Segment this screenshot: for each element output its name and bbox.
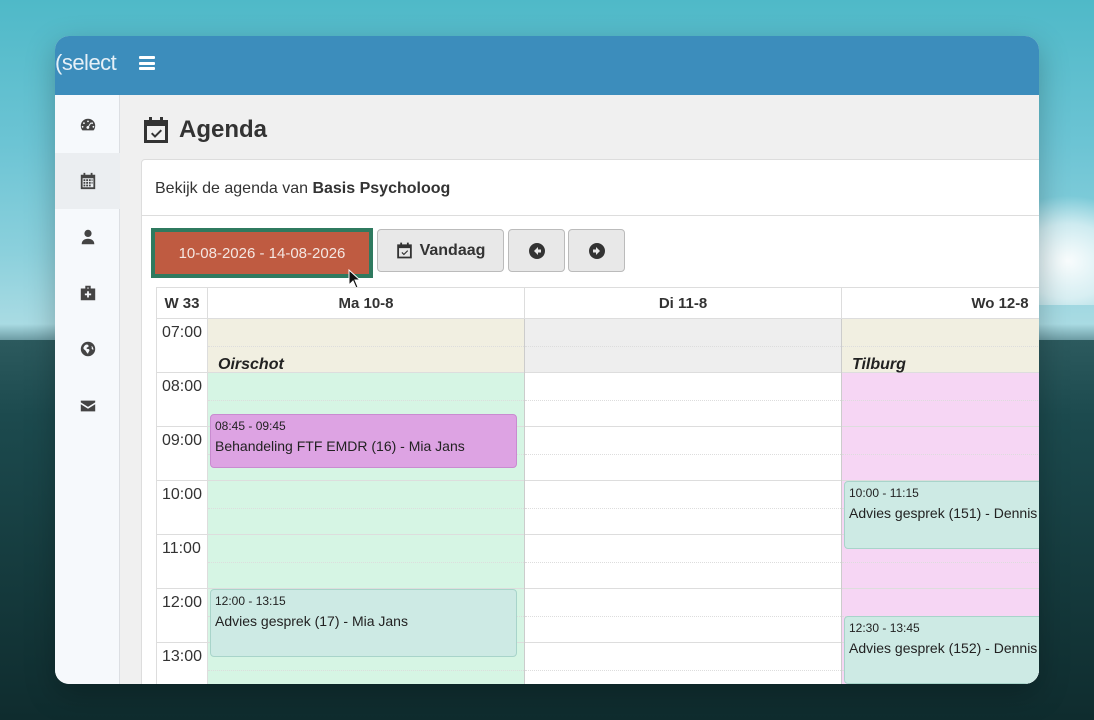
dashboard-icon (80, 118, 95, 131)
location-label: Tilburg (852, 356, 906, 373)
menu-toggle-icon[interactable] (139, 56, 155, 70)
week-number: W 33 (156, 287, 208, 319)
hour-slot[interactable] (208, 481, 524, 535)
event-time: 08:45 - 09:45 (215, 419, 286, 433)
event-title: Advies gesprek (17) - Mia Jans (215, 613, 408, 629)
location-label: Oirschot (218, 356, 284, 373)
time-label: 13:00 (156, 643, 208, 684)
time-label: 09:00 (156, 427, 208, 481)
arrow-left-circle-icon (528, 242, 545, 259)
time-label: 12:00 (156, 589, 208, 643)
hour-slot[interactable] (842, 373, 1039, 427)
event-title: Behandeling FTF EMDR (16) - Mia Jans (215, 438, 465, 454)
agenda-owner-name: Basis Psycholoog (312, 180, 451, 197)
appointment-event[interactable]: 12:00 - 13:15 Advies gesprek (17) - Mia … (210, 589, 517, 657)
day-header-tue[interactable]: Di 11-8 (524, 287, 842, 319)
calendar-check-icon (396, 242, 412, 259)
mouse-cursor-icon (348, 269, 362, 289)
sidebar-item-medical[interactable] (55, 265, 120, 321)
user-icon (81, 229, 94, 245)
hour-slot[interactable] (525, 535, 841, 589)
medkit-icon (80, 285, 95, 301)
week-calendar: W 33 Ma 10-8 Di 11-8 Wo 12-8 07:00 08:00… (156, 287, 1039, 684)
hour-slot[interactable] (525, 427, 841, 481)
hour-slot[interactable] (525, 319, 841, 373)
globe-icon (80, 341, 95, 357)
day-header-wed[interactable]: Wo 12-8 (841, 287, 1039, 319)
agenda-box: Bekijk de agenda van Basis Psycholoog 10… (141, 159, 1039, 684)
top-navbar: (select (55, 36, 1039, 95)
page-title-text: Agenda (179, 116, 268, 143)
calendar-icon (80, 172, 95, 190)
event-title: Advies gesprek (152) - Dennis d (849, 640, 1039, 656)
calendar-check-icon (144, 117, 168, 143)
envelope-icon (80, 400, 95, 412)
appointment-event[interactable]: 12:30 - 13:45 Advies gesprek (152) - Den… (844, 616, 1039, 684)
sidebar-item-user[interactable] (55, 209, 120, 265)
sidebar-item-messages[interactable] (55, 378, 120, 434)
sidebar-item-globe[interactable] (55, 321, 120, 377)
day-header-mon[interactable]: Ma 10-8 (207, 287, 525, 319)
appointment-event[interactable]: 10:00 - 11:15 Advies gesprek (151) - Den… (844, 481, 1039, 549)
time-label: 11:00 (156, 535, 208, 589)
next-week-button[interactable] (568, 229, 625, 272)
event-time: 12:30 - 13:45 (849, 621, 920, 635)
brand-logo[interactable]: (select (55, 50, 117, 76)
date-range-button[interactable]: 10-08-2026 - 14-08-2026 (151, 228, 373, 278)
main-content: Agenda Bekijk de agenda van Basis Psycho… (121, 95, 1039, 684)
appointment-event[interactable]: 08:45 - 09:45 Behandeling FTF EMDR (16) … (210, 414, 517, 468)
hour-slot[interactable] (525, 589, 841, 643)
event-time: 10:00 - 11:15 (849, 486, 919, 500)
sidebar (55, 95, 120, 684)
event-title: Advies gesprek (151) - Dennis d (849, 505, 1039, 521)
arrow-right-circle-icon (588, 242, 605, 259)
hour-slot[interactable] (208, 535, 524, 589)
hour-slot[interactable] (525, 643, 841, 684)
event-time: 12:00 - 13:15 (215, 594, 286, 608)
time-label: 08:00 (156, 373, 208, 427)
day-column-mon: Oirschot 08:45 - 09:45 Behandeling FTF E… (208, 319, 525, 684)
page-title: Agenda (143, 115, 267, 145)
day-column-wed: Tilburg 10:00 - 11:15 Advies gesprek (15… (842, 319, 1039, 684)
sidebar-item-calendar[interactable] (55, 153, 120, 209)
hour-slot[interactable] (842, 427, 1039, 481)
today-label: Vandaag (419, 241, 486, 259)
sidebar-item-dashboard[interactable] (55, 97, 120, 153)
today-button[interactable]: Vandaag (377, 229, 504, 272)
previous-week-button[interactable] (508, 229, 565, 272)
time-label: 07:00 (156, 319, 208, 373)
agenda-box-header: Bekijk de agenda van Basis Psycholoog (142, 160, 1039, 216)
hour-slot[interactable] (525, 373, 841, 427)
agenda-owner-prefix: Bekijk de agenda van (155, 180, 313, 197)
day-column-tue (525, 319, 842, 684)
app-window: (select Agenda Bekijk de agenda van Basi… (55, 36, 1039, 684)
hour-slot[interactable] (525, 481, 841, 535)
time-label: 10:00 (156, 481, 208, 535)
